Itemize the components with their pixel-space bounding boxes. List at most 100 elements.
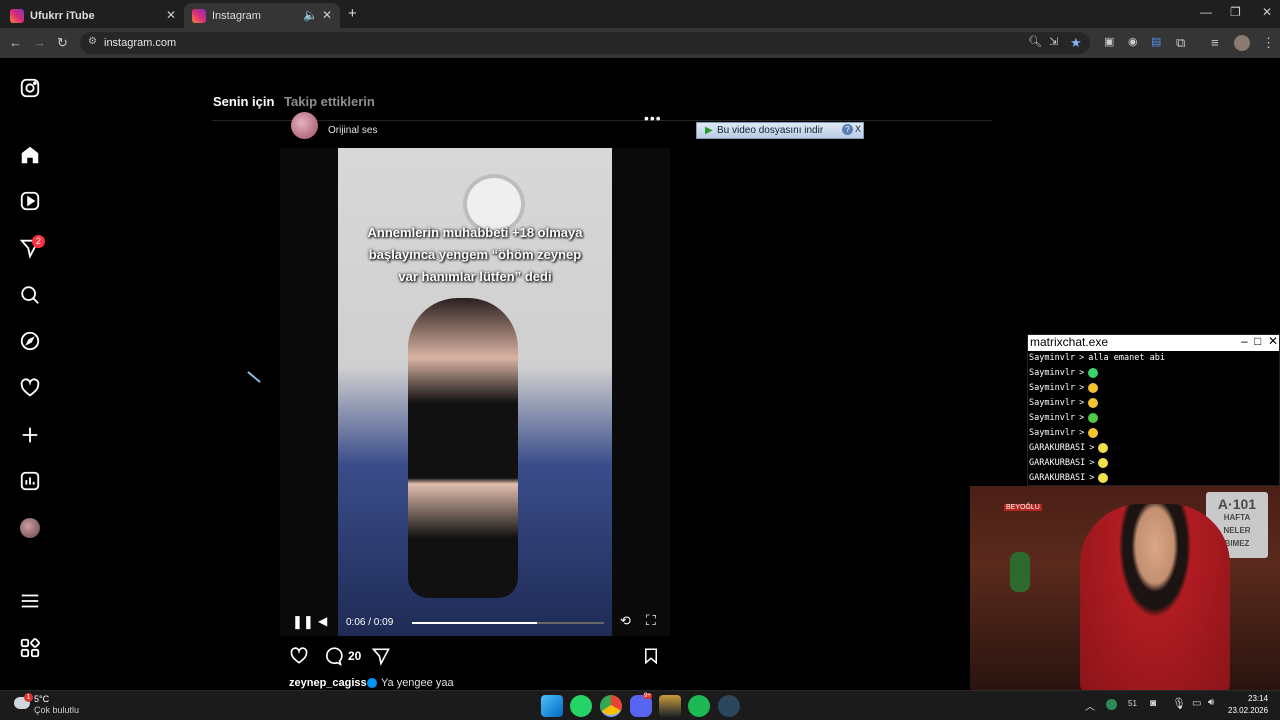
tray-discord-icon[interactable]: ◙: [1150, 698, 1156, 709]
windows-taskbar: 1 5°C Çok bulutlu 9+ ︿ 51 ◙ 🎙︎ ▭ 🔊︎ 23:1…: [0, 690, 1280, 720]
start-windows-icon[interactable]: [541, 695, 563, 717]
reel-video[interactable]: Annemlerin muhabbeti +18 olmaya başlayın…: [280, 148, 670, 636]
maximize-icon[interactable]: □: [1254, 334, 1261, 348]
menu-icon[interactable]: ⋮: [1262, 35, 1275, 51]
divider: [212, 120, 992, 121]
save-bookmark-icon[interactable]: [642, 646, 660, 671]
chat-username: Sayminvlr: [1029, 368, 1076, 378]
progress-track[interactable]: [412, 622, 604, 624]
weather-badge: 1: [24, 693, 33, 702]
speaker-icon[interactable]: 🔈: [303, 8, 318, 22]
post-username[interactable]: zeynep_cagiss: [289, 677, 367, 689]
post-options-icon[interactable]: •••: [644, 110, 662, 126]
close-tab-icon[interactable]: ✕: [322, 8, 332, 22]
mute-icon[interactable]: ◀: [318, 614, 327, 628]
back-icon[interactable]: ←: [9, 35, 22, 50]
discord-badge: 9+: [643, 693, 652, 699]
notifications-heart-icon[interactable]: [19, 377, 41, 399]
post-author-avatar[interactable]: [291, 112, 318, 139]
network-icon[interactable]: ▭: [1192, 698, 1201, 709]
emoji-icon: [1098, 457, 1109, 468]
fullscreen-icon[interactable]: ⛶: [646, 612, 656, 629]
comment-icon[interactable]: [323, 646, 343, 671]
pause-icon[interactable]: ❚❚: [292, 614, 314, 630]
video-overlay-caption: Annemlerin muhabbeti +18 olmaya başlayın…: [367, 225, 583, 284]
more-menu-icon[interactable]: [19, 590, 41, 612]
tray-app-icon[interactable]: [1106, 699, 1117, 710]
replay-icon[interactable]: ⟲: [620, 613, 631, 629]
like-heart-icon[interactable]: [289, 646, 309, 671]
video-frame: Annemlerin muhabbeti +18 olmaya başlayın…: [338, 148, 612, 636]
new-tab-button[interactable]: +: [348, 5, 357, 22]
microphone-icon[interactable]: 🎙︎: [1172, 697, 1186, 710]
close-window-icon[interactable]: ✕: [1262, 5, 1272, 19]
restore-icon[interactable]: ❐: [1230, 5, 1241, 19]
share-icon[interactable]: [371, 646, 391, 671]
explore-compass-icon[interactable]: [19, 330, 41, 352]
instagram-favicon-icon: [192, 8, 206, 23]
person-silhouette: [408, 298, 518, 598]
extensions-puzzle-icon[interactable]: ⧉: [1176, 35, 1185, 51]
chrome-icon[interactable]: [600, 695, 622, 717]
webcam-sign: BEYOĞLU: [1004, 504, 1042, 511]
league-icon[interactable]: [659, 695, 681, 717]
also-from-meta-icon[interactable]: [19, 637, 41, 659]
address-bar[interactable]: ⚙ instagram.com: [80, 32, 1090, 54]
close-tab-icon[interactable]: ✕: [166, 8, 176, 22]
emoji-icon: [1088, 367, 1099, 378]
close-icon[interactable]: ✕: [1268, 334, 1278, 348]
whatsapp-icon[interactable]: [570, 695, 592, 717]
clock-date[interactable]: 23.02.2026: [1228, 706, 1268, 715]
install-icon[interactable]: ⇲: [1049, 35, 1058, 48]
tab-instagram[interactable]: Instagram 🔈 ✕: [184, 3, 340, 28]
close-button[interactable]: X: [855, 124, 861, 134]
tab-following[interactable]: Takip ettiklerin: [284, 94, 375, 109]
tray-count: 51: [1128, 699, 1137, 708]
minimize-icon[interactable]: –: [1241, 334, 1248, 348]
extension-icon[interactable]: ◉: [1128, 35, 1138, 48]
download-video-bar[interactable]: ▶ Bu video dosyasını indir ? X: [696, 122, 864, 139]
chat-username: Sayminvlr: [1029, 413, 1076, 423]
weather-temp[interactable]: 5°C: [34, 694, 49, 704]
chat-separator: >: [1079, 428, 1085, 438]
reels-icon[interactable]: [19, 190, 41, 212]
clock-time[interactable]: 23:14: [1248, 694, 1268, 703]
webcam-overlay: A·101 HAFTA NELER BIMEZ BEYOĞLU: [970, 486, 1280, 690]
volume-icon[interactable]: 🔊︎: [1208, 697, 1214, 708]
zoom-icon[interactable]: 🔍︎: [1028, 35, 1042, 48]
create-plus-icon[interactable]: [19, 424, 41, 446]
chat-message: GARAKURBASI >: [1028, 456, 1279, 471]
minimize-icon[interactable]: —: [1200, 5, 1212, 19]
tray-overflow-icon[interactable]: ︿: [1085, 698, 1095, 713]
download-label[interactable]: Bu video dosyasını indir: [717, 125, 823, 136]
forward-icon[interactable]: →: [33, 35, 46, 50]
chat-username: Sayminvlr: [1029, 383, 1076, 393]
reload-icon[interactable]: ↻: [57, 35, 68, 51]
search-icon[interactable]: [19, 284, 41, 306]
profile-avatar[interactable]: [19, 517, 41, 539]
comment-count: 20: [348, 649, 362, 663]
tab-ufukrr-itube[interactable]: Ufukrr iTube ✕: [2, 3, 184, 28]
steam-icon[interactable]: [718, 695, 740, 717]
dashboard-icon[interactable]: [19, 470, 41, 492]
video-time: 0:06 / 0:09: [346, 617, 394, 628]
instagram-logo-icon[interactable]: [19, 77, 41, 99]
extension-icon[interactable]: ▤: [1151, 35, 1161, 48]
bookmark-star-icon[interactable]: ★: [1070, 35, 1082, 51]
profile-avatar[interactable]: [1234, 35, 1250, 51]
media-icon[interactable]: ≡: [1211, 35, 1219, 50]
chat-username: Sayminvlr: [1029, 428, 1076, 438]
spotify-icon[interactable]: [688, 695, 710, 717]
chat-separator: >: [1079, 353, 1085, 363]
webcam-streamer: [1080, 504, 1230, 690]
chat-separator: >: [1079, 398, 1085, 408]
emoji-icon: [1098, 472, 1109, 483]
emoji-icon: [1088, 382, 1099, 393]
site-info-icon[interactable]: ⚙: [88, 36, 97, 47]
help-button[interactable]: ?: [842, 124, 853, 135]
home-icon[interactable]: [19, 144, 41, 166]
tab-for-you[interactable]: Senin için: [213, 94, 274, 109]
play-icon: ▶: [705, 125, 713, 136]
post-audio-label[interactable]: Orijinal ses: [328, 125, 377, 136]
extension-icon[interactable]: ▣: [1104, 35, 1114, 48]
